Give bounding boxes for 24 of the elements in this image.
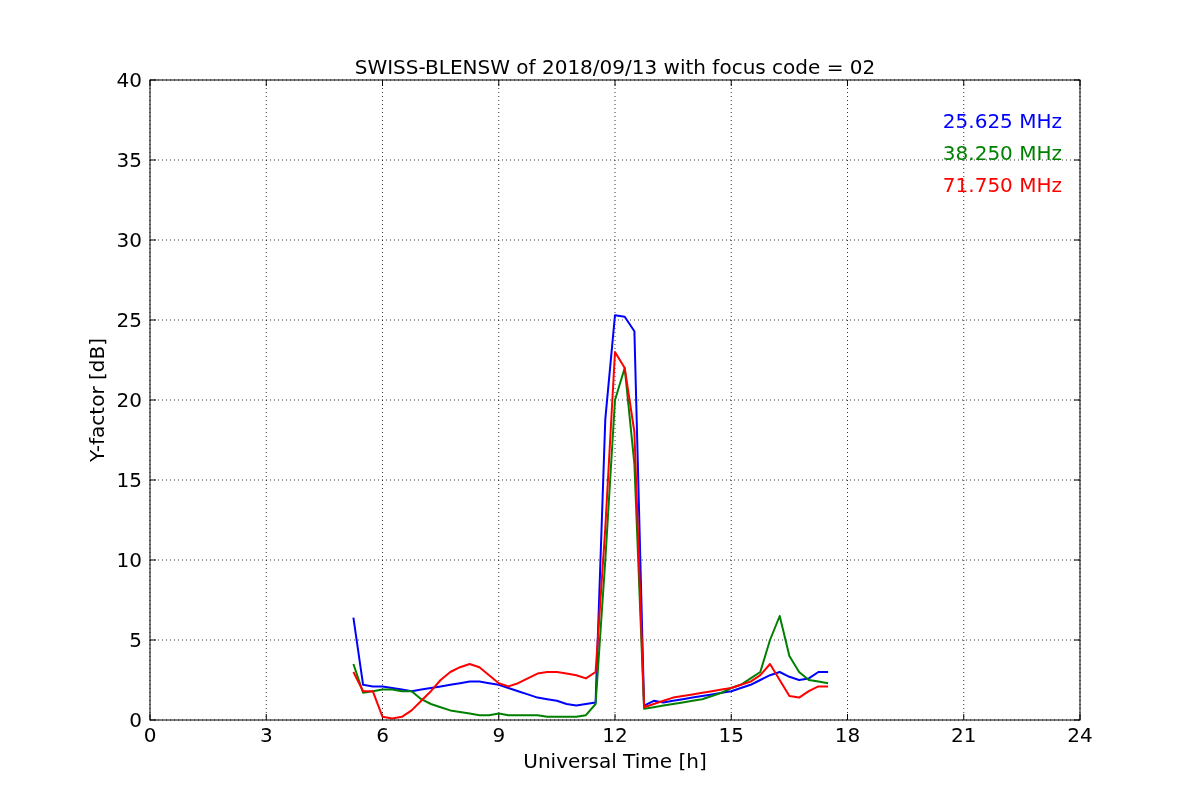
tick-label: 35 (116, 148, 142, 172)
tick-label: 18 (834, 723, 861, 747)
tick-label: 5 (129, 628, 142, 652)
tick-label: 30 (116, 228, 142, 252)
x-axis-label: Universal Time [h] (523, 749, 707, 773)
tick-label: 21 (951, 723, 977, 747)
tick-label: 15 (718, 723, 744, 747)
tick-label: 24 (1067, 723, 1093, 747)
chart-title: SWISS-BLENSW of 2018/09/13 with focus code = 02 (354, 55, 876, 79)
tick-label: 0 (143, 723, 157, 747)
legend-label: 25.625 MHz (942, 109, 1062, 133)
legend-label: 71.750 MHz (942, 173, 1062, 197)
tick-label: 12 (602, 723, 628, 747)
tick-label: 20 (116, 388, 142, 412)
y-axis-label: Y-factor [dB] (85, 338, 109, 462)
tick-label: 15 (116, 468, 142, 492)
tick-label: 9 (492, 723, 506, 747)
tick-label: 40 (116, 68, 142, 92)
tick-label: 10 (116, 548, 142, 572)
legend-label: 38.250 MHz (942, 141, 1062, 165)
tick-label: 6 (376, 723, 389, 747)
tick-label: 25 (116, 308, 142, 332)
tick-label: 3 (259, 723, 273, 747)
tick-label: 0 (129, 708, 142, 732)
